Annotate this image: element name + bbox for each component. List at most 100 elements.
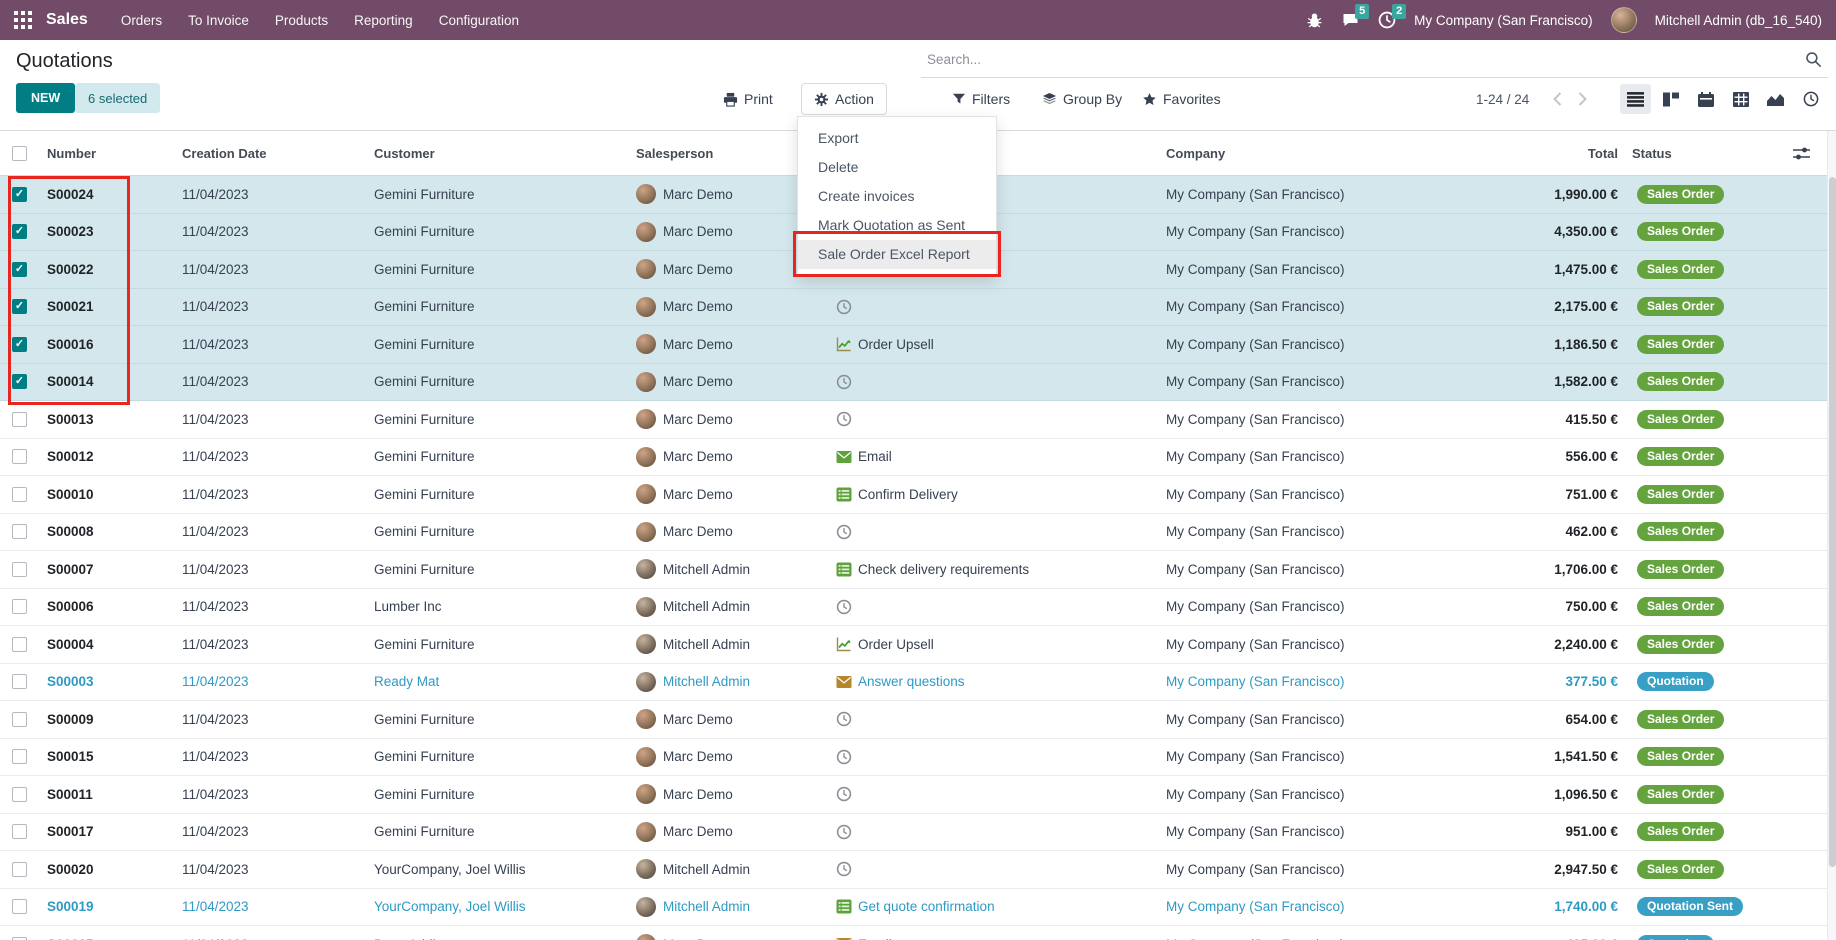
menu-create-invoices[interactable]: Create invoices xyxy=(798,182,996,211)
row-checkbox[interactable] xyxy=(12,487,27,502)
row-checkbox[interactable] xyxy=(12,374,27,389)
print-button[interactable]: Print xyxy=(723,83,773,115)
row-checkbox[interactable] xyxy=(12,637,27,652)
table-row[interactable]: S00007 11/04/2023 Gemini Furniture Mitch… xyxy=(0,551,1836,589)
activities-icon[interactable]: 2 xyxy=(1378,11,1396,29)
user-menu[interactable]: Mitchell Admin (db_16_540) xyxy=(1655,13,1822,28)
activity-label[interactable]: Order Upsell xyxy=(858,637,934,652)
activity-label[interactable]: Get quote confirmation xyxy=(858,899,995,914)
pager-next-icon[interactable] xyxy=(1577,92,1588,106)
activity-view-icon[interactable] xyxy=(1795,84,1826,114)
activity-label[interactable]: Check delivery requirements xyxy=(858,562,1029,577)
activity-label[interactable]: Confirm Delivery xyxy=(858,487,958,502)
pager-previous-icon[interactable] xyxy=(1552,92,1563,106)
menu-reporting[interactable]: Reporting xyxy=(341,0,426,40)
menu-orders[interactable]: Orders xyxy=(108,0,175,40)
list-view-icon[interactable] xyxy=(1620,84,1651,114)
row-checkbox[interactable] xyxy=(12,562,27,577)
clock-icon[interactable] xyxy=(836,299,852,315)
tasks-icon[interactable] xyxy=(836,899,852,914)
optional-columns-icon[interactable] xyxy=(1793,146,1810,161)
clock-icon[interactable] xyxy=(836,749,852,765)
header-number[interactable]: Number xyxy=(40,146,175,161)
table-row[interactable]: S00015 11/04/2023 Gemini Furniture Marc … xyxy=(0,739,1836,777)
row-checkbox[interactable] xyxy=(12,449,27,464)
tasks-icon[interactable] xyxy=(836,487,852,502)
row-checkbox[interactable] xyxy=(12,524,27,539)
menu-sale-order-excel-report[interactable]: Sale Order Excel Report xyxy=(798,240,996,269)
table-row[interactable]: S00009 11/04/2023 Gemini Furniture Marc … xyxy=(0,701,1836,739)
search-icon[interactable] xyxy=(1805,51,1822,68)
row-checkbox[interactable] xyxy=(12,674,27,689)
activity-label[interactable]: Order Upsell xyxy=(858,337,934,352)
vertical-scrollbar[interactable] xyxy=(1827,131,1836,940)
menu-delete[interactable]: Delete xyxy=(798,153,996,182)
app-name[interactable]: Sales xyxy=(46,11,88,29)
clock-icon[interactable] xyxy=(836,786,852,802)
menu-export[interactable]: Export xyxy=(798,124,996,153)
clock-icon[interactable] xyxy=(836,599,852,615)
search-bar[interactable]: Search... xyxy=(921,42,1828,78)
table-row[interactable]: S00016 11/04/2023 Gemini Furniture Marc … xyxy=(0,326,1836,364)
new-button[interactable]: NEW xyxy=(16,83,75,113)
row-checkbox[interactable] xyxy=(12,712,27,727)
table-row[interactable]: S00011 11/04/2023 Gemini Furniture Marc … xyxy=(0,776,1836,814)
chart-icon[interactable] xyxy=(836,336,852,352)
row-checkbox[interactable] xyxy=(12,787,27,802)
clock-icon[interactable] xyxy=(836,711,852,727)
activity-label[interactable]: Email xyxy=(858,449,892,464)
group-by-button[interactable]: Group By xyxy=(1042,83,1122,115)
menu-configuration[interactable]: Configuration xyxy=(426,0,532,40)
graph-view-icon[interactable] xyxy=(1760,84,1791,114)
user-avatar[interactable] xyxy=(1611,7,1637,33)
row-checkbox[interactable] xyxy=(12,299,27,314)
menu-to-invoice[interactable]: To Invoice xyxy=(175,0,262,40)
table-row[interactable]: S00004 11/04/2023 Gemini Furniture Mitch… xyxy=(0,626,1836,664)
header-customer[interactable]: Customer xyxy=(367,146,629,161)
row-checkbox[interactable] xyxy=(12,187,27,202)
selected-count-chip[interactable]: 6 selected xyxy=(75,83,160,113)
debug-bug-icon[interactable] xyxy=(1306,12,1323,29)
table-row[interactable]: S00010 11/04/2023 Gemini Furniture Marc … xyxy=(0,476,1836,514)
table-row[interactable]: S00017 11/04/2023 Gemini Furniture Marc … xyxy=(0,814,1836,852)
table-row[interactable]: S00005 11/04/2023 Deco Addict Marc Demo … xyxy=(0,926,1836,940)
row-checkbox[interactable] xyxy=(12,337,27,352)
clock-icon[interactable] xyxy=(836,861,852,877)
row-checkbox[interactable] xyxy=(12,262,27,277)
clock-icon[interactable] xyxy=(836,374,852,390)
header-total[interactable]: Total xyxy=(1489,146,1620,161)
apps-menu-icon[interactable] xyxy=(14,11,32,29)
clock-icon[interactable] xyxy=(836,824,852,840)
calendar-view-icon[interactable] xyxy=(1690,84,1721,114)
row-checkbox[interactable] xyxy=(12,412,27,427)
activity-label[interactable]: Answer questions xyxy=(858,674,965,689)
table-row[interactable]: S00014 11/04/2023 Gemini Furniture Marc … xyxy=(0,364,1836,402)
envelope-green-icon[interactable] xyxy=(836,450,852,464)
kanban-view-icon[interactable] xyxy=(1655,84,1686,114)
table-row[interactable]: S00021 11/04/2023 Gemini Furniture Marc … xyxy=(0,289,1836,327)
action-button[interactable]: Action xyxy=(801,83,887,115)
table-row[interactable]: S00019 11/04/2023 YourCompany, Joel Will… xyxy=(0,889,1836,927)
search-input[interactable]: Search... xyxy=(927,52,981,67)
table-row[interactable]: S00008 11/04/2023 Gemini Furniture Marc … xyxy=(0,514,1836,552)
row-checkbox[interactable] xyxy=(12,899,27,914)
pivot-view-icon[interactable] xyxy=(1725,84,1756,114)
company-switcher[interactable]: My Company (San Francisco) xyxy=(1414,13,1593,28)
scrollbar-thumb[interactable] xyxy=(1829,177,1836,867)
clock-icon[interactable] xyxy=(836,524,852,540)
table-row[interactable]: S00003 11/04/2023 Ready Mat Mitchell Adm… xyxy=(0,664,1836,702)
menu-mark-quotation-as-sent[interactable]: Mark Quotation as Sent xyxy=(798,211,996,240)
header-creation-date[interactable]: Creation Date xyxy=(175,146,367,161)
row-checkbox[interactable] xyxy=(12,224,27,239)
clock-icon[interactable] xyxy=(836,411,852,427)
header-company[interactable]: Company xyxy=(1159,146,1489,161)
menu-products[interactable]: Products xyxy=(262,0,341,40)
messages-icon[interactable]: 5 xyxy=(1341,11,1360,29)
table-row[interactable]: S00013 11/04/2023 Gemini Furniture Marc … xyxy=(0,401,1836,439)
row-checkbox[interactable] xyxy=(12,824,27,839)
filters-button[interactable]: Filters xyxy=(952,83,1010,115)
chart-icon[interactable] xyxy=(836,636,852,652)
envelope-orange-icon[interactable] xyxy=(836,675,852,689)
table-row[interactable]: S00020 11/04/2023 YourCompany, Joel Will… xyxy=(0,851,1836,889)
tasks-icon[interactable] xyxy=(836,562,852,577)
